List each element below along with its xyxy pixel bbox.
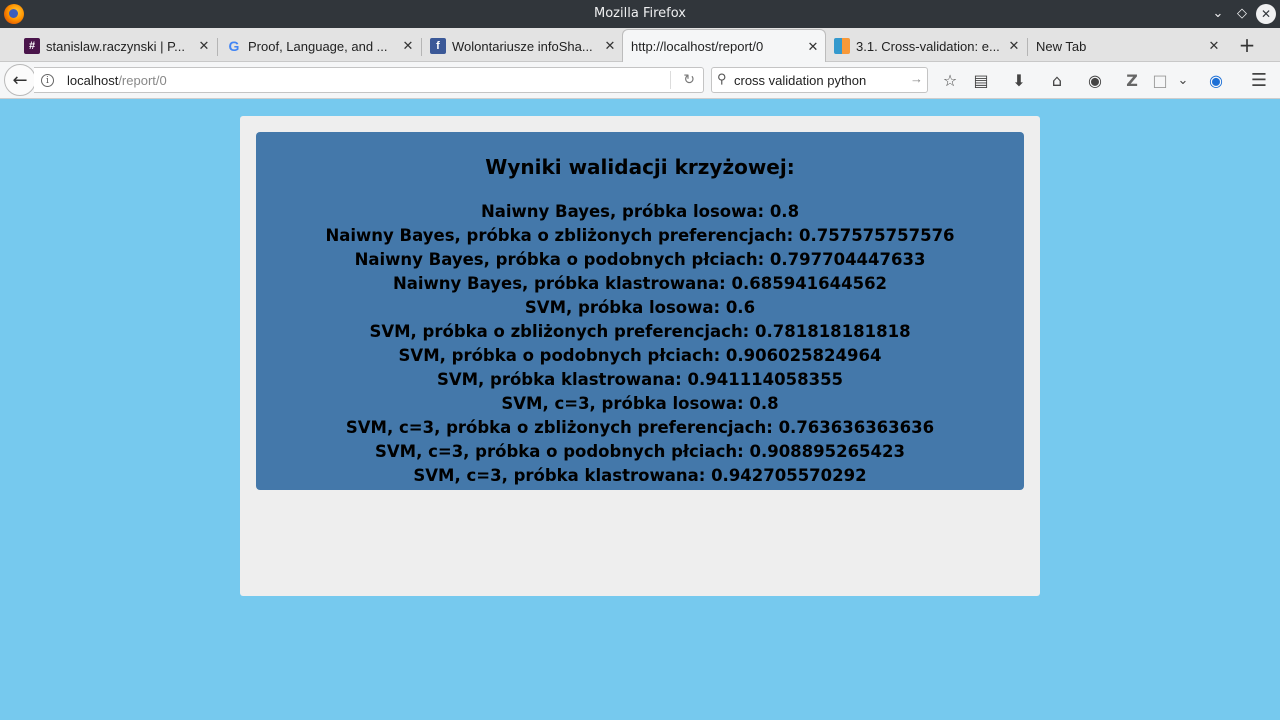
report-heading: Wyniki walidacji krzyżowej:	[485, 155, 795, 179]
maximize-icon[interactable]: ◇	[1232, 4, 1252, 24]
pocket-icon[interactable]: ◉	[1083, 68, 1107, 92]
result-line: Naiwny Bayes, próbka klastrowana: 0.6859…	[392, 274, 888, 293]
downloads-icon[interactable]: ⬇	[1007, 68, 1031, 92]
tab-label: New Tab	[1036, 38, 1087, 54]
results-box: Wyniki walidacji krzyżowej: Naiwny Bayes…	[256, 132, 1024, 490]
reading-list-icon[interactable]: ▤	[969, 68, 993, 92]
tab-label: http://localhost/report/0	[631, 39, 764, 54]
search-input[interactable]	[734, 71, 904, 89]
google-icon: G	[228, 38, 240, 54]
tab-label: 3.1. Cross-validation: e...	[856, 38, 1000, 54]
results-list: Naiwny Bayes, próbka losowa: 0.8 Naiwny …	[256, 200, 1024, 488]
bookmark-star-icon[interactable]: ☆	[938, 68, 962, 92]
close-window-button[interactable]: ✕	[1256, 4, 1276, 24]
close-tab-icon[interactable]: ✕	[1206, 38, 1222, 54]
tab-stanislaw[interactable]: # stanislaw.raczynski | P... ✕	[16, 30, 216, 62]
tab-cross-validation[interactable]: 3.1. Cross-validation: e... ✕	[826, 30, 1026, 62]
result-line: Naiwny Bayes, próbka o podobnych płciach…	[354, 250, 926, 269]
close-tab-icon[interactable]: ✕	[805, 39, 821, 55]
new-tab-button[interactable]: +	[1236, 30, 1258, 60]
sklearn-icon	[834, 38, 850, 54]
result-line: SVM, c=3, próbka o zbliżonych preferencj…	[345, 418, 935, 437]
window-title: Mozilla Firefox	[594, 6, 686, 21]
tab-wolontariusze[interactable]: f Wolontariusze infoSha... ✕	[422, 30, 622, 62]
hash-icon: #	[24, 38, 40, 54]
home-icon[interactable]: ⌂	[1045, 68, 1069, 92]
result-line: Naiwny Bayes, próbka losowa: 0.8	[480, 202, 800, 221]
tab-proof-language[interactable]: G Proof, Language, and ... ✕	[218, 30, 420, 62]
back-button[interactable]: ←	[4, 64, 36, 96]
url-host: localhost	[67, 73, 119, 88]
report-panel: Wyniki walidacji krzyżowej: Naiwny Bayes…	[240, 116, 1040, 596]
hamburger-menu-icon[interactable]: ☰	[1247, 68, 1271, 92]
result-line: SVM, próbka o podobnych płciach: 0.90602…	[398, 346, 882, 365]
page-content: Wyniki walidacji krzyżowej: Naiwny Bayes…	[0, 100, 1280, 720]
window-titlebar: Mozilla Firefox ⌄ ◇ ✕	[0, 0, 1280, 28]
tab-strip: # stanislaw.raczynski | P... ✕ G Proof, …	[0, 28, 1280, 63]
result-line: Naiwny Bayes, próbka o zbliżonych prefer…	[325, 226, 955, 245]
close-tab-icon[interactable]: ✕	[196, 38, 212, 54]
url-divider	[670, 71, 671, 89]
chevron-down-icon[interactable]: ⌄	[1171, 68, 1195, 92]
zotero-icon[interactable]: Z	[1120, 68, 1144, 92]
tab-localhost-report[interactable]: http://localhost/report/0 ✕	[622, 29, 826, 63]
minimize-icon[interactable]: ⌄	[1208, 4, 1228, 24]
search-icon: ⚲	[717, 71, 727, 86]
close-tab-icon[interactable]: ✕	[1006, 38, 1022, 54]
tab-label: stanislaw.raczynski | P...	[46, 38, 185, 54]
tab-label: Wolontariusze infoSha...	[452, 38, 593, 54]
result-line: SVM, próbka losowa: 0.6	[524, 298, 756, 317]
arrow-left-icon: ←	[12, 69, 28, 91]
close-tab-icon[interactable]: ✕	[602, 38, 618, 54]
result-line: SVM, próbka o zbliżonych preferencjach: …	[369, 322, 911, 341]
search-go-icon[interactable]: →	[910, 71, 923, 86]
result-line: SVM, c=3, próbka o podobnych płciach: 0.…	[375, 442, 905, 461]
account-icon[interactable]: ◉	[1204, 68, 1228, 92]
reload-icon[interactable]: ↻	[683, 71, 695, 88]
search-bar[interactable]: ⚲ →	[711, 67, 928, 93]
site-info-icon[interactable]: i	[41, 74, 54, 87]
url-bar[interactable]: i localhost/report/0 ↻	[34, 67, 704, 93]
url-path: /report/0	[118, 73, 167, 88]
result-line: SVM, c=3, próbka losowa: 0.8	[501, 394, 779, 413]
facebook-icon: f	[430, 38, 446, 54]
navigation-toolbar: ← i localhost/report/0 ↻ ⚲ → ☆ ▤ ⬇ ⌂ ◉ Z…	[0, 62, 1280, 99]
url-text[interactable]: localhost/report/0	[67, 73, 167, 88]
result-line: SVM, próbka klastrowana: 0.941114058355	[436, 370, 844, 389]
result-line: SVM, c=3, próbka klastrowana: 0.94270557…	[413, 466, 867, 485]
tab-label: Proof, Language, and ...	[248, 38, 388, 54]
close-tab-icon[interactable]: ✕	[400, 38, 416, 54]
tab-new-tab[interactable]: New Tab ✕	[1028, 30, 1226, 62]
page-icon[interactable]: □	[1148, 68, 1172, 92]
